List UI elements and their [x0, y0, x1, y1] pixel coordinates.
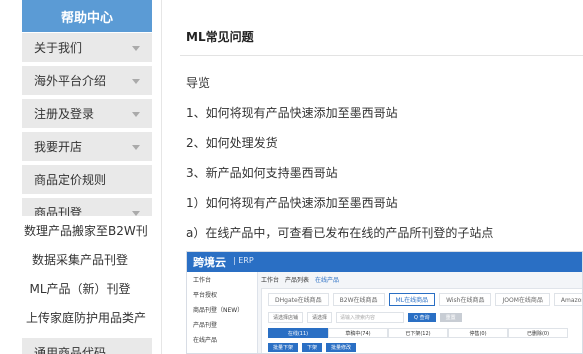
submenu-item-ml-new-listing[interactable]: ML产品（新）刊登: [0, 274, 160, 303]
erp-site-tabs: DHgate在线商品 B2W在线商品 ML在线商品 Wish在线商品 JOOM在…: [262, 289, 582, 306]
chevron-down-icon: [132, 79, 140, 84]
erp-header: 跨境云 | ERP: [187, 252, 582, 272]
help-sidebar: 帮助中心 关于我们 海外平台介绍 注册及登录 我要开店 商品定价规则 商品刊登 …: [0, 0, 160, 354]
section-text: a）在线产品中，可查看已发布在线的产品所刊登的子站点: [186, 226, 494, 240]
erp-status-tab: 在线(11): [268, 328, 328, 338]
erp-site-tab: B2W在线商品: [332, 293, 385, 306]
erp-site-tab: DHgate在线商品: [268, 293, 329, 306]
erp-side-item: 工作台: [193, 277, 212, 284]
erp-status-tab: 停售(0): [448, 328, 508, 338]
erp-select: 请选择店铺: [268, 312, 304, 323]
erp-action-button: 批量下架: [268, 343, 299, 352]
erp-side-item: 产品刊登: [193, 322, 218, 329]
erp-site-tab: JOOM在线商品: [495, 293, 550, 306]
erp-reset-button: 重置: [439, 313, 462, 322]
sidebar-item-register-login[interactable]: 注册及登录: [22, 99, 152, 128]
erp-logo: 跨境云: [193, 256, 226, 269]
erp-action-button: 批量修改: [326, 343, 357, 352]
erp-logo-sub: | ERP: [233, 256, 254, 265]
sidebar-item-open-store[interactable]: 我要开店: [22, 132, 152, 161]
chevron-down-icon: [132, 145, 140, 150]
sidebar-item-pricing-rules[interactable]: 商品定价规则: [22, 165, 152, 194]
erp-tabs: 工作台 产品列表 在线产品: [261, 273, 339, 285]
erp-status-tab: 已下架(12): [388, 328, 448, 338]
toc-link-3[interactable]: 3、新产品如何支持墨西哥站: [186, 164, 338, 181]
sidebar-item-overseas-platforms[interactable]: 海外平台介绍: [22, 66, 152, 95]
toc-link-1[interactable]: 1、如何将现有产品快速添加至墨西哥站: [186, 104, 398, 121]
erp-panel: DHgate在线商品 B2W在线商品 ML在线商品 Wish在线商品 JOOM在…: [261, 288, 582, 353]
sidebar-header: 帮助中心: [22, 0, 152, 32]
erp-side-item: 平台授权: [193, 292, 218, 299]
sidebar-menu: 关于我们 海外平台介绍 注册及登录 我要开店 商品定价规则 商品刊登: [22, 33, 152, 231]
erp-status-tabs: 在线(11) 草稿中(74) 已下架(12) 停售(0) 已删除(0): [262, 323, 582, 338]
erp-search-input: 请输入搜索内容: [336, 312, 405, 323]
sidebar-item-universal-code[interactable]: 通用商品代码: [22, 338, 152, 354]
erp-screenshot: 跨境云 | ERP 工作台 平台授权 商品刊登（NEW） 产品刊登 在线产品 工…: [186, 251, 583, 354]
erp-side-item: 在线产品: [193, 337, 218, 344]
erp-tab: 在线产品: [315, 276, 340, 284]
article-content: ML常见问题 导览 1、如何将现有产品快速添加至墨西哥站 2、如何处理发货 3、…: [162, 0, 583, 354]
erp-sidebar: 工作台 平台授权 商品刊登（NEW） 产品刊登 在线产品: [187, 272, 258, 353]
page-title: ML常见问题: [186, 30, 254, 44]
sidebar-submenu: 数理产品搬家至B2W刊 数据采集产品刊登 ML产品（新）刊登 上传家庭防护用品类…: [0, 216, 160, 332]
sidebar-item-about-us[interactable]: 关于我们: [22, 33, 152, 62]
title-divider: [180, 55, 583, 56]
erp-side-item: 商品刊登（NEW）: [193, 307, 244, 314]
toc-link-2[interactable]: 2、如何处理发货: [186, 134, 278, 151]
sidebar-item-label: 海外平台介绍: [34, 74, 107, 88]
erp-status-tab: 草稿中(74): [328, 328, 388, 338]
erp-tab: 产品列表: [285, 276, 310, 284]
erp-select: 请选择: [307, 312, 333, 323]
erp-site-tab: Wish在线商品: [439, 293, 492, 306]
erp-search-button: Q 查询: [408, 313, 436, 322]
submenu-item-data-collection[interactable]: 数据采集产品刊登: [0, 245, 160, 274]
sidebar-item-label: 注册及登录: [34, 107, 95, 121]
erp-site-tab: ML在线商品: [388, 293, 436, 306]
erp-site-tab: Amazon在线商品: [553, 293, 582, 306]
submenu-item-b2w-migration[interactable]: 数理产品搬家至B2W刊: [0, 216, 160, 245]
sidebar-item-label: 关于我们: [34, 41, 83, 55]
chevron-down-icon: [132, 46, 140, 51]
erp-action-button: 下架: [302, 343, 323, 352]
sidebar-item-label: 通用商品代码: [34, 346, 107, 354]
erp-actions: 批量下架 下架 批量修改: [262, 338, 582, 352]
erp-filters: 请选择店铺 请选择 请输入搜索内容 Q 查询 重置: [262, 306, 582, 323]
nav-heading: 导览: [186, 76, 211, 90]
chevron-down-icon: [132, 112, 140, 117]
submenu-item-home-protection[interactable]: 上传家庭防护用品类产: [0, 303, 160, 332]
sidebar-item-label: 商品定价规则: [34, 173, 107, 187]
erp-tab: 工作台: [261, 276, 280, 284]
erp-status-tab: 已删除(0): [508, 328, 568, 338]
sidebar-item-label: 我要开店: [34, 140, 83, 154]
section-heading: 1）如何将现有产品快速添加至墨西哥站: [186, 196, 398, 210]
